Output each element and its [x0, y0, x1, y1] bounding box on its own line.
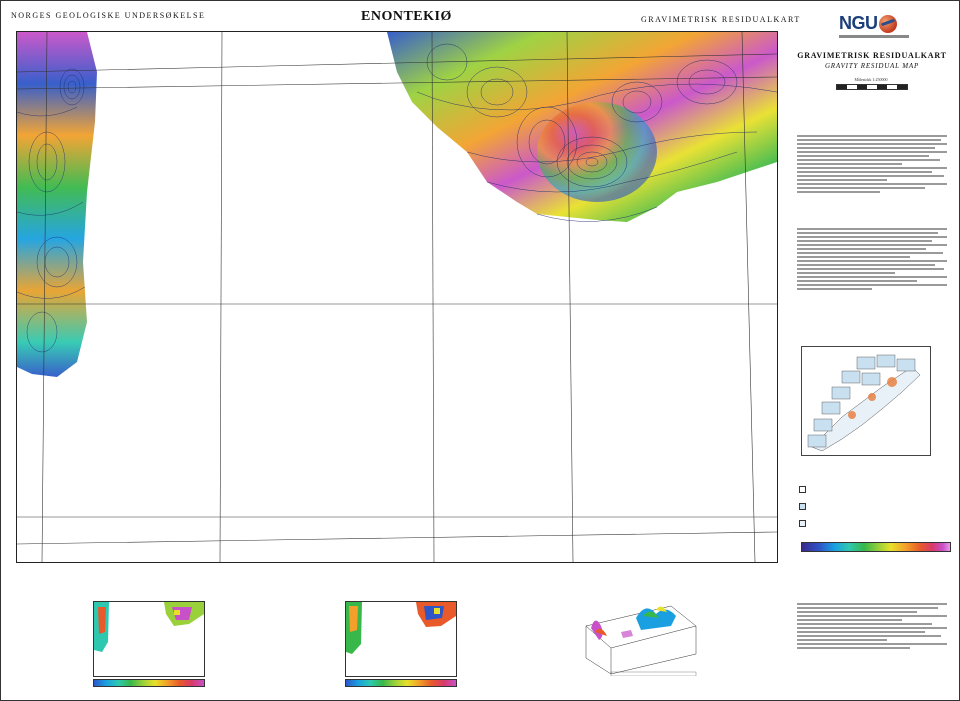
thumbnail-canvas-1	[94, 602, 204, 652]
legend-item-3	[799, 520, 809, 527]
scale-label: Målestokk 1:250000	[854, 77, 888, 82]
publisher-title: NORGES GEOLOGISKE UNDERSØKELSE	[11, 11, 206, 20]
map-sheet: NORGES GEOLOGISKE UNDERSØKELSE ENONTEKIØ…	[0, 0, 960, 701]
main-map[interactable]	[16, 31, 778, 563]
panel-title-en: GRAVITY RESIDUAL MAP	[824, 62, 920, 70]
index-map[interactable]	[801, 346, 931, 456]
ngu-logo-text: NGU	[839, 13, 878, 33]
legend-swatch-icon	[799, 503, 806, 510]
thumbnail-map-2[interactable]	[345, 601, 457, 677]
ngu-logo-subline	[839, 35, 909, 38]
index-map-canvas	[807, 354, 921, 452]
ngu-logo[interactable]: NGU	[839, 13, 909, 43]
map-type-title: GRAVIMETRISK RESIDUALKART	[641, 15, 801, 24]
description-text-en	[797, 226, 947, 292]
scale-bar	[836, 84, 908, 90]
gravity-anomaly-west	[17, 32, 97, 377]
relief-3d-canvas	[585, 605, 697, 677]
panel-title-no: GRAVIMETRISK RESIDUALKART	[797, 51, 947, 60]
info-panel: NGU GRAVIMETRISK RESIDUALKART GRAVITY RE…	[791, 11, 953, 695]
ngu-globe-icon	[879, 15, 897, 33]
legend-swatch-icon	[799, 486, 806, 493]
map-name: ENONTEKIØ	[361, 9, 452, 24]
thumbnail-map-1[interactable]	[93, 601, 205, 677]
thumbnail-scale-1	[93, 679, 205, 687]
gravity-color-scale	[801, 542, 951, 552]
relief-3d-view[interactable]	[581, 596, 701, 677]
credits-text	[797, 601, 947, 651]
legend-item-1	[799, 486, 809, 493]
legend-item-2	[799, 503, 809, 510]
thumbnail-scale-2	[345, 679, 457, 687]
map-canvas	[17, 32, 777, 562]
thumbnail-canvas-2	[346, 602, 456, 654]
legend-swatch-icon	[799, 520, 806, 527]
description-text-no	[797, 133, 947, 195]
